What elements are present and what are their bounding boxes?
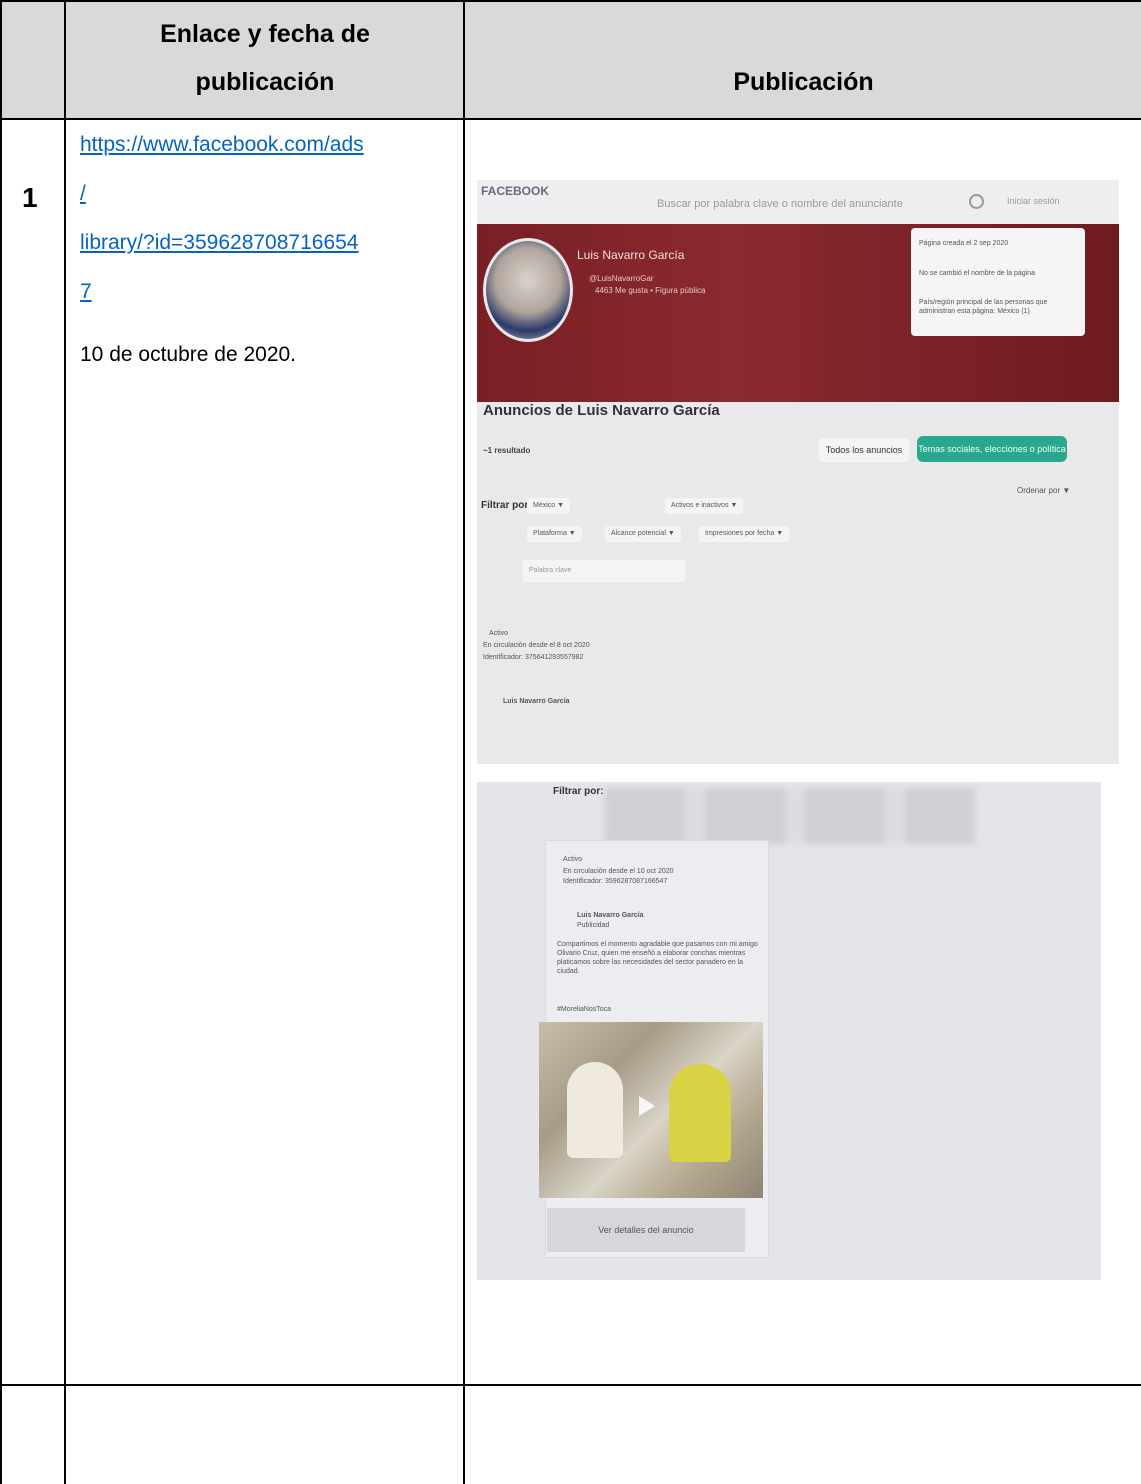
ad-status: Activo bbox=[563, 856, 583, 863]
search-placeholder: Buscar por palabra clave o nombre del an… bbox=[657, 198, 903, 210]
page-handle: @LuisNavarroGar bbox=[589, 274, 654, 283]
keyword-input: Palabra clave bbox=[523, 560, 685, 582]
filter-label: Filtrar por: bbox=[481, 500, 532, 511]
evidence-table: Enlace y fecha de publicación Publicació… bbox=[0, 0, 1141, 1484]
publication-link[interactable]: https://www.facebook.com/ads / library/?… bbox=[80, 120, 450, 316]
ad-card: Activo En circulación desde el 8 oct 202… bbox=[483, 626, 673, 756]
ad-status: Activo bbox=[489, 630, 509, 637]
card-region: País/región principal de las personas qu… bbox=[919, 299, 1048, 315]
sort-dropdown: Ordenar por ▼ bbox=[1017, 486, 1071, 495]
card-created: Página creada el 2 sep 2020 bbox=[919, 240, 1009, 247]
avatar bbox=[483, 238, 573, 342]
link-line[interactable]: https://www.facebook.com/ads bbox=[80, 120, 450, 169]
row-number: 1 bbox=[22, 182, 38, 213]
play-icon bbox=[639, 1096, 655, 1116]
filter-label: Filtrar por: bbox=[553, 786, 604, 797]
ad-id: Identificador: 375641293557982 bbox=[483, 654, 584, 661]
page-transparency-card: Página creada el 2 sep 2020 No se cambió… bbox=[911, 228, 1085, 336]
login-link: Iniciar sesión bbox=[1007, 196, 1060, 206]
all-ads-button: Todos los anuncios bbox=[819, 438, 909, 462]
results-count: ~1 resultado bbox=[483, 446, 531, 455]
row-divider bbox=[0, 1384, 1141, 1386]
ad-running: En circulación desde el 8 oct 2020 bbox=[483, 642, 590, 649]
table-border-left bbox=[0, 0, 2, 1484]
reach-filter: Alcance potencial ▼ bbox=[605, 526, 681, 542]
column-divider-1 bbox=[64, 0, 66, 1484]
ad-details-button: Ver detalles del anuncio bbox=[547, 1208, 745, 1252]
header-link-date-line2: publicación bbox=[195, 68, 335, 96]
ad-video-thumbnail bbox=[539, 1022, 763, 1198]
active-filter: Activos e inactivos ▼ bbox=[665, 498, 744, 514]
ad-author-sub: Publicidad bbox=[577, 922, 610, 929]
ad-running: En circulación desde el 10 oct 2020 bbox=[563, 868, 674, 875]
search-icon bbox=[969, 194, 984, 209]
page-name: Luis Navarro García bbox=[577, 248, 685, 262]
link-line[interactable]: library/?id=359628708716654 bbox=[80, 218, 450, 267]
column-divider-2 bbox=[463, 0, 465, 1484]
person-right bbox=[669, 1064, 731, 1162]
publication-date: 10 de octubre de 2020. bbox=[80, 343, 297, 366]
person-left bbox=[567, 1062, 623, 1158]
header-link-date-line1: Enlace y fecha de bbox=[160, 20, 370, 48]
ad-hashtag: #MoreliaNosToca bbox=[557, 1006, 612, 1013]
ad-detail-photo: Filtrar por: Activo En circulación desde… bbox=[477, 782, 1101, 1280]
page-likes: 4463 Me gusta • Figura pública bbox=[595, 286, 706, 295]
topics-button: Temas sociales, elecciones o política bbox=[917, 436, 1067, 462]
ad-library-photo: FACEBOOK Buscar por palabra clave o nomb… bbox=[477, 180, 1119, 764]
ads-title: Anuncios de Luis Navarro García bbox=[483, 402, 720, 419]
ad-author: Luis Navarro García bbox=[577, 912, 644, 919]
ad-author: Luis Navarro García bbox=[503, 698, 570, 705]
ad-id: Identificador: 3596287087166547 bbox=[563, 878, 668, 885]
facebook-logo: FACEBOOK bbox=[481, 184, 550, 198]
country-filter: México ▼ bbox=[527, 498, 571, 514]
platform-filter: Plataforma ▼ bbox=[527, 526, 582, 542]
blurred-filters bbox=[605, 788, 975, 844]
card-name: No se cambió el nombre de la página bbox=[919, 270, 1035, 277]
link-line[interactable]: / bbox=[80, 169, 450, 218]
ad-post-text: Compartimos el momento agradable que pas… bbox=[557, 941, 758, 975]
header-publication: Publicación bbox=[733, 68, 874, 96]
link-line[interactable]: 7 bbox=[80, 267, 450, 316]
impressions-filter: Impresiones por fecha ▼ bbox=[699, 526, 790, 542]
table-border-top bbox=[0, 0, 1141, 2]
